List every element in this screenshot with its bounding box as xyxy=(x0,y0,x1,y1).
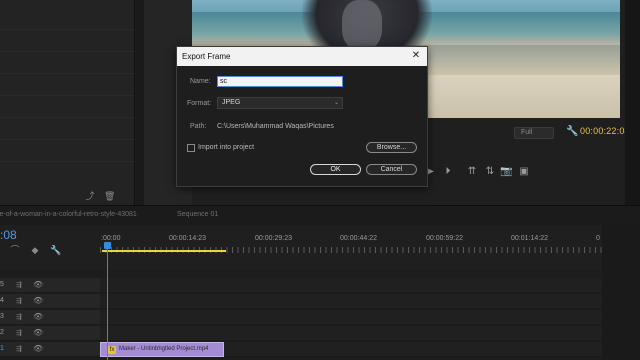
video-clip[interactable]: fx Maker - Untinbhgtled Project.mp4 xyxy=(100,342,224,357)
format-label: Format: xyxy=(187,100,212,107)
close-icon[interactable]: ✕ xyxy=(410,50,422,62)
export-frame-dialog: Export Frame ✕ Name: Format: JPEG ⌄ Path… xyxy=(176,46,428,187)
dialog-title: Export Frame xyxy=(182,52,231,61)
panel-row xyxy=(0,8,134,30)
settings-wrench-icon[interactable]: 🔧 xyxy=(50,245,61,255)
track-lane[interactable] xyxy=(100,294,602,309)
browse-label: Browse... xyxy=(376,144,407,151)
panel-row xyxy=(0,96,134,118)
track-lane[interactable] xyxy=(100,326,602,341)
sync-lock-icon[interactable]: ⇶ xyxy=(16,297,22,305)
dialog-titlebar: Export Frame ✕ xyxy=(177,47,427,66)
track-lane[interactable] xyxy=(100,278,602,293)
fx-badge-icon: fx xyxy=(108,346,116,354)
ok-button[interactable]: OK xyxy=(310,164,361,175)
import-label[interactable]: Import into project xyxy=(198,144,254,151)
track-name: 4 xyxy=(0,297,4,304)
track-header[interactable]: 3 ⇶ 👁 xyxy=(0,310,100,325)
ruler-label: 00:00:29:23 xyxy=(255,235,292,242)
sync-lock-icon[interactable]: ⇶ xyxy=(16,329,22,337)
playhead-line xyxy=(107,249,108,360)
panel-footer: ⤴ 🗑 xyxy=(0,188,135,205)
cancel-button[interactable]: Cancel xyxy=(366,164,417,175)
timeline-timecode[interactable]: :08 xyxy=(0,228,17,242)
track-header[interactable]: 5 ⇶ 👁 xyxy=(0,278,100,293)
track-v4: 4 ⇶ 👁 xyxy=(0,294,602,310)
name-field[interactable] xyxy=(217,76,343,87)
cancel-label: Cancel xyxy=(380,166,403,173)
audio-meter-panel xyxy=(602,225,640,360)
resolution-select[interactable]: Full xyxy=(514,127,554,139)
track-name: 3 xyxy=(0,313,4,320)
ruler-label: 00:00:59:22 xyxy=(426,235,463,242)
panel-row xyxy=(0,118,134,140)
import-checkbox[interactable] xyxy=(187,144,195,152)
track-header[interactable]: 2 ⇶ 👁 xyxy=(0,326,100,341)
browse-button[interactable]: Browse... xyxy=(366,142,417,153)
snap-icon[interactable]: ⌒ xyxy=(10,245,20,255)
track-v5: 5 ⇶ 👁 xyxy=(0,278,602,294)
panel-row xyxy=(0,74,134,96)
resolution-value: Full xyxy=(521,129,533,136)
path-value: C:\Users\Muhammad Waqas\Pictures xyxy=(217,123,334,130)
track-header[interactable]: 1 ⇶ 👁 xyxy=(0,342,100,357)
path-label: Path: xyxy=(190,123,207,130)
timeline-header: :08 ⌒ ◆ 🔧 xyxy=(0,225,100,270)
chevron-down-icon: ⌄ xyxy=(333,100,339,106)
ruler-label: 00:00:44:22 xyxy=(340,235,377,242)
panel-row xyxy=(0,30,134,52)
tab-sequence-video[interactable]: se-of-a-woman-in-a-colorful-retro-style-… xyxy=(0,211,137,218)
clip-label: Maker - Untinbhgtled Project.mp4 xyxy=(119,346,209,352)
video-subject-highlight xyxy=(342,0,382,50)
ruler-label: 00:00:14:23 xyxy=(169,235,206,242)
marker-icon[interactable]: ◆ xyxy=(30,245,40,255)
timeline-tracks: 5 ⇶ 👁 4 ⇶ 👁 3 ⇶ 👁 2 ⇶ 👁 1 ⇶ 👁 fx Maker -… xyxy=(0,270,602,360)
playhead-handle[interactable] xyxy=(104,242,111,249)
timeline-ruler[interactable]: :00:00 00:00:14:23 00:00:29:23 00:00:44:… xyxy=(100,225,602,270)
ok-label: OK xyxy=(330,166,341,173)
format-value: JPEG xyxy=(222,99,241,106)
extract-icon[interactable]: ⇅ xyxy=(484,166,496,178)
track-lane[interactable]: fx Maker - Untinbhgtled Project.mp4 xyxy=(100,342,602,357)
track-lane[interactable] xyxy=(100,310,602,325)
ruler-label: 00:01:14:22 xyxy=(511,235,548,242)
sync-lock-icon[interactable]: ⇶ xyxy=(16,281,22,289)
right-panel-strip xyxy=(625,0,640,235)
eye-icon[interactable]: 👁 xyxy=(33,344,43,353)
trash-icon[interactable]: 🗑 xyxy=(104,191,115,201)
project-panel: ⤴ 🗑 xyxy=(0,0,135,205)
track-v3: 3 ⇶ 👁 xyxy=(0,310,602,326)
panel-row xyxy=(0,52,134,74)
eye-icon[interactable]: 👁 xyxy=(33,296,43,305)
eye-icon[interactable]: 👁 xyxy=(33,328,43,337)
track-name: 2 xyxy=(0,329,4,336)
panel-row xyxy=(0,140,134,162)
comparison-view-icon[interactable]: ▣ xyxy=(518,166,530,178)
sync-lock-icon[interactable]: ⇶ xyxy=(16,313,22,321)
track-name: 5 xyxy=(0,281,4,288)
ruler-label: 0 xyxy=(596,235,600,242)
track-name: 1 xyxy=(0,345,4,352)
eye-icon[interactable]: 👁 xyxy=(33,312,43,321)
wrench-icon[interactable]: 🔧 xyxy=(566,126,578,138)
tab-sequence-01[interactable]: Sequence 01 xyxy=(177,211,218,218)
name-label: Name: xyxy=(190,78,211,85)
track-v1: 1 ⇶ 👁 fx Maker - Untinbhgtled Project.mp… xyxy=(0,342,602,358)
timeline-tabs: se-of-a-woman-in-a-colorful-retro-style-… xyxy=(0,205,640,225)
ruler-label: :00:00 xyxy=(101,235,121,242)
eye-icon[interactable]: 👁 xyxy=(33,280,43,289)
export-frame-icon[interactable]: 📷 xyxy=(500,166,512,178)
new-bin-icon[interactable]: ⤴ xyxy=(85,191,95,201)
track-v2: 2 ⇶ 👁 xyxy=(0,326,602,342)
step-forward-icon[interactable]: ⏵ xyxy=(442,166,454,178)
sync-lock-icon[interactable]: ⇶ xyxy=(16,345,22,353)
lift-icon[interactable]: ⇈ xyxy=(466,166,478,178)
work-area-bar[interactable] xyxy=(102,250,226,252)
program-timecode: 00:00:22:04 xyxy=(580,126,630,136)
panel-divider xyxy=(136,0,144,205)
track-header[interactable]: 4 ⇶ 👁 xyxy=(0,294,100,309)
format-select[interactable]: JPEG ⌄ xyxy=(217,97,343,109)
